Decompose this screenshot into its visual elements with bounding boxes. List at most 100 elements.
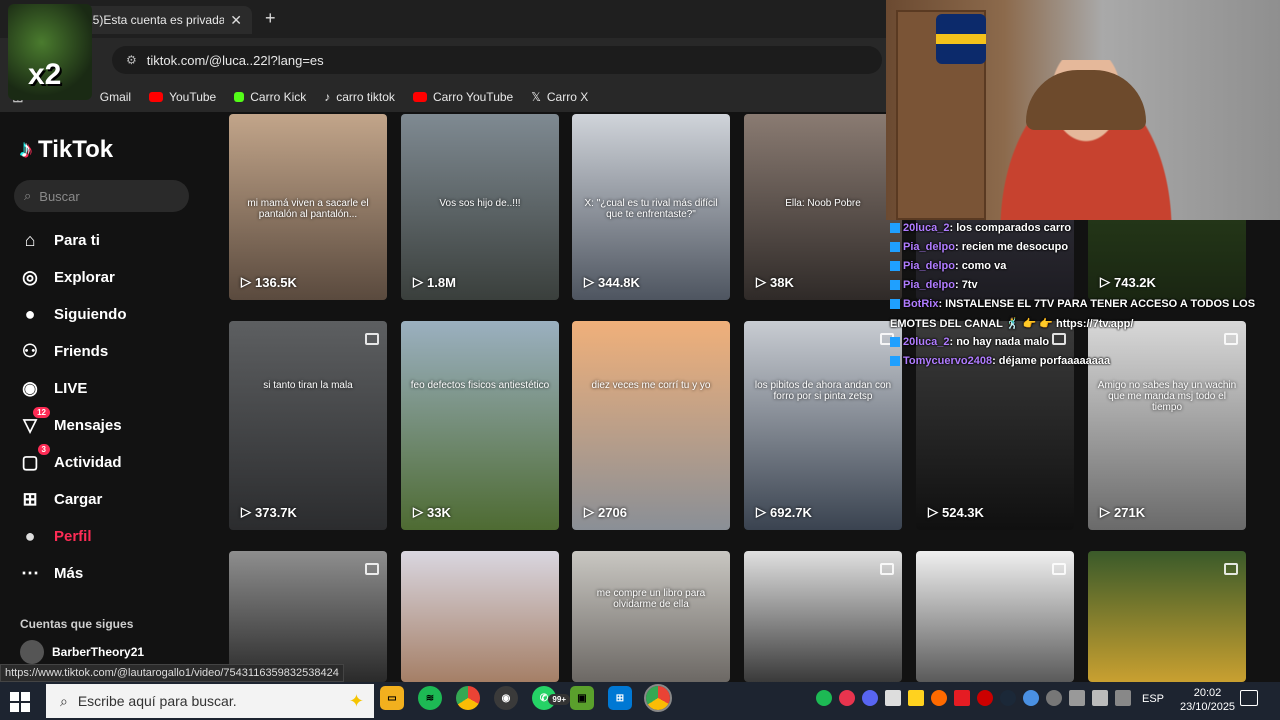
search-icon: ⌕ [60,692,68,709]
whatsapp-icon[interactable]: ✆ 99+ [532,686,570,710]
video-caption: mi mamá viven a sacarle el pantalón al p… [247,197,369,220]
bookmark-carro-x[interactable]: 𝕏 Carro X [531,90,588,104]
platform-icon [890,337,900,348]
tray-app-icon[interactable] [954,690,970,706]
nav-item-label: Más [54,564,84,582]
tiktok-search-input[interactable]: ⌕ Buscar [14,180,189,212]
chat-username: Pia_delpo [903,260,955,272]
video-tile[interactable]: diez veces me corrí tu y yo ▷ 2706 [572,321,730,530]
notifications-icon[interactable] [1240,690,1258,706]
play-icon: ▷ [756,274,766,289]
nav-item-mensajes[interactable]: ▽ 12 Mensajes [18,407,208,440]
video-tile[interactable]: me compre un libro para olvidarme de ell… [572,551,730,682]
chat-username: Tomycuervo2408 [903,355,993,367]
account-name: BarberTheory21 [52,645,145,659]
video-caption: feo defectos fisicos antiestético [410,379,550,391]
tiktok-logo[interactable]: ♪ TikTok [20,136,113,164]
youtube-icon [412,92,427,102]
system-tray [816,690,1131,706]
multi-photo-icon [365,563,379,575]
taskbar-clock[interactable]: 20:02 23/10/2025 [1180,686,1235,714]
view-count-value: 1.8M [427,274,456,290]
following-account-item[interactable]: BarberTheory21 [20,640,144,664]
clock-time: 20:02 [1193,687,1222,699]
close-tab-icon[interactable]: ✕ [230,12,242,29]
volume-icon[interactable] [1092,690,1108,706]
video-tile[interactable]: Ella: Noob Pobre ▷ 38K [744,114,902,300]
nav-item-cargar[interactable]: ⊞ Cargar [18,484,208,514]
minecraft-icon[interactable]: ▣ [570,686,594,710]
view-count-value: 33K [427,504,451,520]
spotify-tray-icon[interactable] [816,690,832,706]
bookmark-youtube[interactable]: YouTube [149,90,216,104]
shield-icon[interactable] [977,690,993,706]
bookmark-carro-kick[interactable]: Carro Kick [234,90,306,104]
chrome-active-icon[interactable] [644,684,672,712]
nav-item-label: Actividad [54,453,122,471]
spotify-icon[interactable]: ≋ [418,686,442,710]
site-settings-icon[interactable]: ⚙ [126,53,137,67]
bookmark-label: Carro YouTube [432,90,514,104]
nav-item-live[interactable]: ◉ LIVE [18,373,208,403]
video-tile[interactable] [401,551,559,682]
chat-username: 20luca_2 [903,222,950,234]
nav-item-actividad[interactable]: ▢ 3 Actividad [18,444,208,477]
tray-app-icon[interactable] [908,690,924,706]
url-field[interactable]: ⚙ tiktok.com/@luca..22l?lang=es [112,46,882,74]
play-icon: ▷ [413,504,423,519]
chrome-icon[interactable] [456,686,480,710]
video-tile[interactable]: Vos sos hijo de..!!! ▷ 1.8M [401,114,559,300]
steam-icon[interactable] [1000,690,1016,706]
bookmark-label: Carro Kick [250,90,307,104]
platform-icon [890,223,900,234]
video-tile[interactable] [744,551,902,682]
nav-item-m-s[interactable]: ⋯ Más [18,558,208,588]
video-caption: Ella: Noob Pobre [785,197,861,209]
video-tile[interactable]: feo defectos fisicos antiestético ▷ 33K [401,321,559,530]
nav-item-perfil[interactable]: ● Perfil [18,521,208,551]
tray-app-icon[interactable] [885,690,901,706]
ms-store-icon[interactable]: ⊞ [608,686,632,710]
obs-icon[interactable]: ◉ [494,686,518,710]
upload-icon: ⊞ [22,488,38,509]
bookmark-label: Gmail [99,90,132,104]
video-tile[interactable]: mi mamá viven a sacarle el pantalón al p… [229,114,387,300]
video-tile[interactable]: si tanto tiran la mala ▷ 373.7K [229,321,387,530]
windows-start-icon[interactable] [10,692,30,712]
nav-item-siguiendo[interactable]: ● Siguiendo [18,299,208,329]
tray-app-icon[interactable] [839,690,855,706]
tray-app-icon[interactable] [1046,690,1062,706]
chat-message: 20luca_2: los comparados carro [890,222,1071,234]
nav-item-para-ti[interactable]: ⌂ Para ti [18,225,208,255]
bookmark-carro-tiktok[interactable]: ♪ carro tiktok [324,90,395,104]
video-tile[interactable] [916,551,1074,682]
nav-item-friends[interactable]: ⚇ Friends [18,336,208,366]
bookmark-gmail[interactable]: Gmail [100,90,131,104]
bookmark-carro-youtube[interactable]: Carro YouTube [412,90,514,104]
play-icon: ▷ [241,274,251,289]
video-tile[interactable] [229,551,387,682]
taskbar-search-input[interactable]: ⌕ Escribe aquí para buscar. ✦ [46,684,374,718]
clock-date: 23/10/2025 [1180,701,1236,713]
bookmark-label: YouTube [169,90,217,104]
tray-app-icon[interactable] [1023,690,1039,706]
video-tile[interactable]: X: "¿cual es tu rival más difícil que te… [572,114,730,300]
video-caption: me compre un libro para olvidarme de ell… [596,587,706,610]
discord-icon[interactable] [862,690,878,706]
new-tab-icon[interactable]: + [265,8,276,29]
chat-message: Pia_delpo: como va [890,260,1006,272]
view-count: ▷ 33K [413,504,451,520]
tray-app-icon[interactable] [931,690,947,706]
bookmark-label: Carro X [546,90,589,104]
video-tile[interactable]: los pibitos de ahora andan con forro por… [744,321,902,530]
bookmark-label: carro tiktok [336,90,395,104]
nav-item-explorar[interactable]: ◎ Explorar [18,262,208,292]
multiplier-label: x2 [28,58,62,91]
network-icon[interactable] [1069,690,1085,706]
view-count: ▷ 373.7K [241,504,297,520]
file-explorer-icon[interactable]: ▭ [380,686,404,710]
pen-icon[interactable] [1115,690,1131,706]
video-tile[interactable] [1088,551,1246,682]
language-indicator[interactable]: ESP [1142,693,1164,705]
tab-title: (15)Esta cuenta es privada. Sig [82,13,225,27]
